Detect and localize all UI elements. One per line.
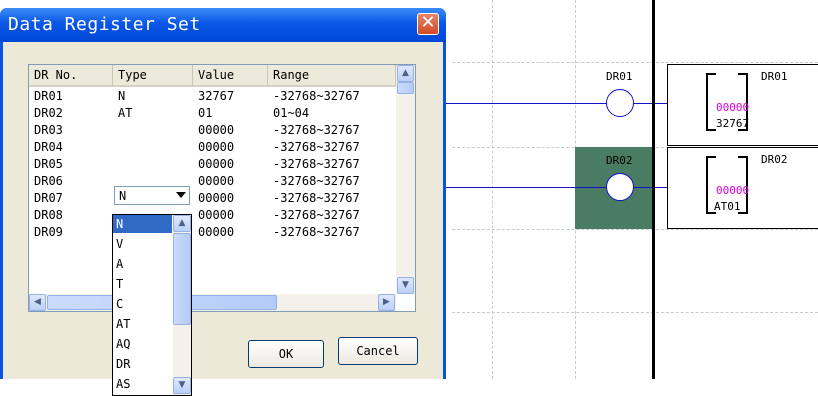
column-header-value[interactable]: Value bbox=[193, 65, 268, 87]
register-table: DR No. Type Value Range DR01 N 32767 -32768… bbox=[28, 64, 416, 312]
scroll-right-button[interactable]: ▶ bbox=[378, 294, 395, 311]
grid-line bbox=[452, 62, 818, 63]
coil-label: DR01 bbox=[606, 70, 633, 83]
rung-wire bbox=[446, 187, 606, 188]
block-value: 00000 bbox=[716, 101, 750, 114]
cell-value[interactable]: 00000 bbox=[193, 173, 234, 190]
table-row[interactable]: DR01 N 32767 -32768~32767 bbox=[29, 88, 396, 105]
cancel-button[interactable]: Cancel bbox=[338, 337, 418, 365]
chevron-down-icon[interactable] bbox=[176, 192, 186, 198]
cell-range[interactable]: -32768~32767 bbox=[268, 224, 360, 241]
table-row[interactable]: DR09 00000 -32768~32767 bbox=[29, 224, 396, 241]
type-dropdown-list[interactable]: N V A T C AT AQ DR AS ▲ ▼ bbox=[112, 214, 192, 396]
scroll-thumb[interactable] bbox=[173, 233, 191, 325]
cell-dr-no[interactable]: DR03 bbox=[29, 122, 63, 139]
scroll-left-button[interactable]: ◀ bbox=[29, 294, 46, 311]
table-row[interactable]: DR02 AT 01 01~04 bbox=[29, 105, 396, 122]
block-sub: 32767 bbox=[716, 117, 750, 130]
cell-range[interactable]: -32768~32767 bbox=[268, 139, 360, 156]
cell-type[interactable] bbox=[113, 156, 118, 173]
block-sub: AT01 bbox=[714, 200, 741, 213]
vertical-scrollbar[interactable]: ▲ ▼ bbox=[396, 65, 415, 294]
table-row[interactable]: DR04 00000 -32768~32767 bbox=[29, 139, 396, 156]
grid-line bbox=[452, 229, 818, 230]
cell-dr-no[interactable]: DR09 bbox=[29, 224, 63, 241]
cell-value[interactable]: 00000 bbox=[193, 207, 234, 224]
dropdown-option[interactable]: C bbox=[113, 295, 172, 313]
coil-symbol[interactable] bbox=[606, 89, 634, 117]
block-name: DR01 bbox=[761, 70, 788, 83]
close-button[interactable]: ✕ bbox=[417, 13, 439, 35]
cell-dr-no[interactable]: DR05 bbox=[29, 156, 63, 173]
cell-type[interactable]: N bbox=[113, 88, 125, 105]
dropdown-scrollbar[interactable]: ▲ ▼ bbox=[173, 215, 191, 395]
scroll-thumb[interactable] bbox=[397, 82, 414, 94]
cell-range[interactable]: -32768~32767 bbox=[268, 122, 360, 139]
scroll-up-button[interactable]: ▲ bbox=[397, 65, 414, 82]
cell-range[interactable]: -32768~32767 bbox=[268, 156, 360, 173]
table-row[interactable]: DR05 00000 -32768~32767 bbox=[29, 156, 396, 173]
cell-value[interactable]: 01 bbox=[193, 105, 212, 122]
dropdown-option[interactable]: AS bbox=[113, 375, 172, 393]
cell-value[interactable]: 00000 bbox=[193, 122, 234, 139]
cell-dr-no[interactable]: DR07 bbox=[29, 190, 63, 207]
cell-value[interactable]: 00000 bbox=[193, 224, 234, 241]
coil-symbol[interactable] bbox=[606, 173, 634, 201]
data-register-block[interactable]: 00000 32767 DR01 bbox=[667, 64, 818, 146]
ok-button[interactable]: OK bbox=[248, 340, 324, 368]
cell-range[interactable]: -32768~32767 bbox=[268, 207, 360, 224]
right-power-rail bbox=[652, 0, 655, 379]
rung-wire bbox=[634, 103, 667, 104]
table-row[interactable]: DR07 00000 -32768~32767 bbox=[29, 190, 396, 207]
cell-value[interactable]: 00000 bbox=[193, 190, 234, 207]
block-name: DR02 bbox=[761, 153, 788, 166]
combo-value: N bbox=[119, 189, 127, 203]
scroll-up-button[interactable]: ▲ bbox=[173, 215, 191, 232]
column-header-dr-no[interactable]: DR No. bbox=[29, 65, 113, 87]
rung-wire bbox=[446, 103, 606, 104]
dropdown-option[interactable]: T bbox=[113, 275, 172, 293]
bracket-left bbox=[706, 73, 716, 131]
column-header-type[interactable]: Type bbox=[113, 65, 193, 87]
horizontal-scrollbar[interactable]: ◀ ▶ bbox=[29, 294, 396, 311]
rung-wire bbox=[634, 187, 667, 188]
dropdown-option[interactable]: A bbox=[113, 255, 172, 273]
scroll-down-button[interactable]: ▼ bbox=[397, 277, 414, 294]
cell-value[interactable]: 00000 bbox=[193, 156, 234, 173]
cell-type[interactable]: AT bbox=[113, 105, 132, 122]
dropdown-option[interactable]: AQ bbox=[113, 335, 172, 353]
grid-line bbox=[492, 0, 493, 379]
table-row[interactable]: DR08 00000 -32768~32767 bbox=[29, 207, 396, 224]
scroll-down-button[interactable]: ▼ bbox=[173, 377, 191, 394]
cell-range[interactable]: -32768~32767 bbox=[268, 190, 360, 207]
column-header-range[interactable]: Range bbox=[268, 65, 396, 87]
dropdown-option[interactable]: DR bbox=[113, 355, 172, 373]
data-register-dialog: Data Register Set ✕ DR No. Type Value Ra… bbox=[0, 8, 446, 396]
data-register-block[interactable]: 00000 AT01 DR02 bbox=[667, 147, 818, 229]
cell-value[interactable]: 00000 bbox=[193, 139, 234, 156]
coil-label: DR02 bbox=[606, 154, 633, 167]
dropdown-option[interactable]: AT bbox=[113, 315, 172, 333]
cell-dr-no[interactable]: DR04 bbox=[29, 139, 63, 156]
title-bar[interactable]: Data Register Set ✕ bbox=[0, 8, 446, 42]
cell-range[interactable]: -32768~32767 bbox=[268, 88, 360, 105]
dropdown-option[interactable]: N bbox=[113, 215, 172, 233]
type-combobox[interactable]: N bbox=[114, 186, 190, 205]
dialog-body: DR No. Type Value Range DR01 N 32767 -32768… bbox=[3, 42, 443, 396]
cell-dr-no[interactable]: DR08 bbox=[29, 207, 63, 224]
dialog-title: Data Register Set bbox=[8, 14, 201, 35]
cell-range[interactable]: 01~04 bbox=[268, 105, 309, 122]
table-row[interactable]: DR03 00000 -32768~32767 bbox=[29, 122, 396, 139]
dropdown-option[interactable]: V bbox=[113, 235, 172, 253]
block-value: 00000 bbox=[716, 184, 750, 197]
cell-dr-no[interactable]: DR01 bbox=[29, 88, 63, 105]
cell-range[interactable]: -32768~32767 bbox=[268, 173, 360, 190]
grid-line bbox=[452, 312, 818, 313]
cell-type[interactable] bbox=[113, 139, 118, 156]
cell-value[interactable]: 32767 bbox=[193, 88, 234, 105]
table-row[interactable]: DR06 00000 -32768~32767 bbox=[29, 173, 396, 190]
cell-dr-no[interactable]: DR06 bbox=[29, 173, 63, 190]
cell-dr-no[interactable]: DR02 bbox=[29, 105, 63, 122]
